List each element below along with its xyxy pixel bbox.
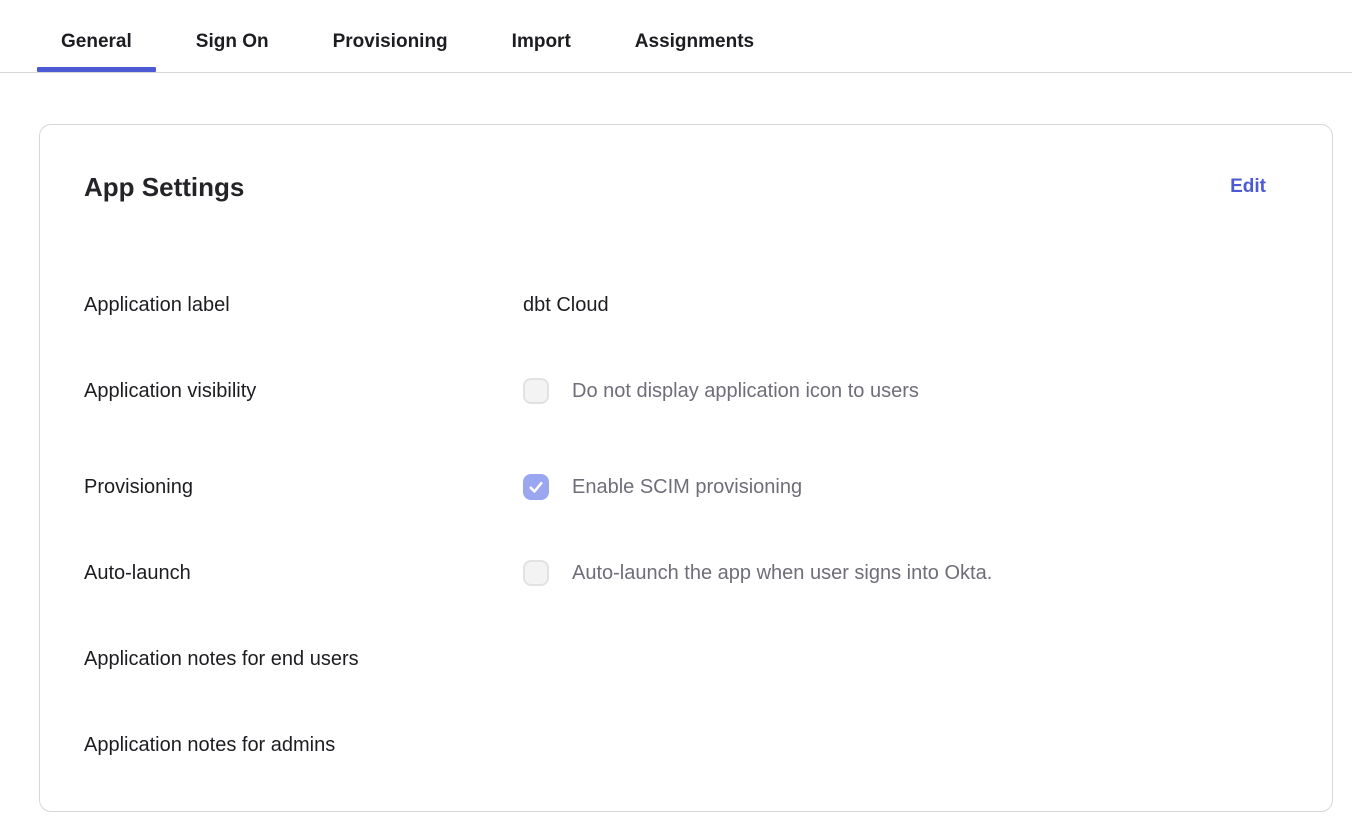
settings-rows: Application label dbt Cloud Application … xyxy=(40,262,1332,788)
row-label: Application visibility xyxy=(84,380,523,403)
provisioning-value: Enable SCIM provisioning xyxy=(523,474,802,500)
row-application-label: Application label dbt Cloud xyxy=(40,262,1332,348)
row-notes-end-users: Application notes for end users xyxy=(40,616,1332,702)
row-auto-launch: Auto-launch Auto-launch the app when use… xyxy=(40,530,1332,616)
edit-button[interactable]: Edit xyxy=(1230,172,1266,202)
row-label: Auto-launch xyxy=(84,562,523,585)
row-label: Application label xyxy=(84,294,523,317)
auto-launch-checkbox[interactable] xyxy=(523,560,549,586)
card-header: App Settings Edit xyxy=(40,125,1332,205)
application-visibility-value: Do not display application icon to users xyxy=(523,378,919,404)
tab-provisioning-label: Provisioning xyxy=(333,31,448,53)
tab-import-label: Import xyxy=(512,31,571,53)
tab-assignments-label: Assignments xyxy=(635,31,754,53)
app-tabbar: General Sign On Provisioning Import Assi… xyxy=(0,0,1352,73)
checkmark-icon xyxy=(527,478,545,496)
row-label: Application notes for end users xyxy=(84,648,523,671)
tab-assignments[interactable]: Assignments xyxy=(611,0,778,72)
tab-general-label: General xyxy=(61,31,132,53)
tab-provisioning[interactable]: Provisioning xyxy=(309,0,472,72)
application-label-value: dbt Cloud xyxy=(523,294,609,317)
auto-launch-text: Auto-launch the app when user signs into… xyxy=(572,562,992,585)
tab-sign-on-label: Sign On xyxy=(196,31,269,53)
scim-provisioning-checkbox[interactable] xyxy=(523,474,549,500)
tab-sign-on[interactable]: Sign On xyxy=(172,0,293,72)
auto-launch-value: Auto-launch the app when user signs into… xyxy=(523,560,992,586)
tab-import[interactable]: Import xyxy=(488,0,595,72)
application-visibility-text: Do not display application icon to users xyxy=(572,380,919,403)
row-label: Provisioning xyxy=(84,476,523,499)
card-title: App Settings xyxy=(84,169,244,205)
app-settings-card: App Settings Edit Application label dbt … xyxy=(39,124,1333,812)
row-application-visibility: Application visibility Do not display ap… xyxy=(40,348,1332,434)
application-visibility-checkbox[interactable] xyxy=(523,378,549,404)
tab-general[interactable]: General xyxy=(37,0,156,72)
row-provisioning: Provisioning Enable SCIM provisioning xyxy=(40,444,1332,530)
row-label: Application notes for admins xyxy=(84,734,523,757)
provisioning-text: Enable SCIM provisioning xyxy=(572,476,802,499)
row-notes-admins: Application notes for admins xyxy=(40,702,1332,788)
